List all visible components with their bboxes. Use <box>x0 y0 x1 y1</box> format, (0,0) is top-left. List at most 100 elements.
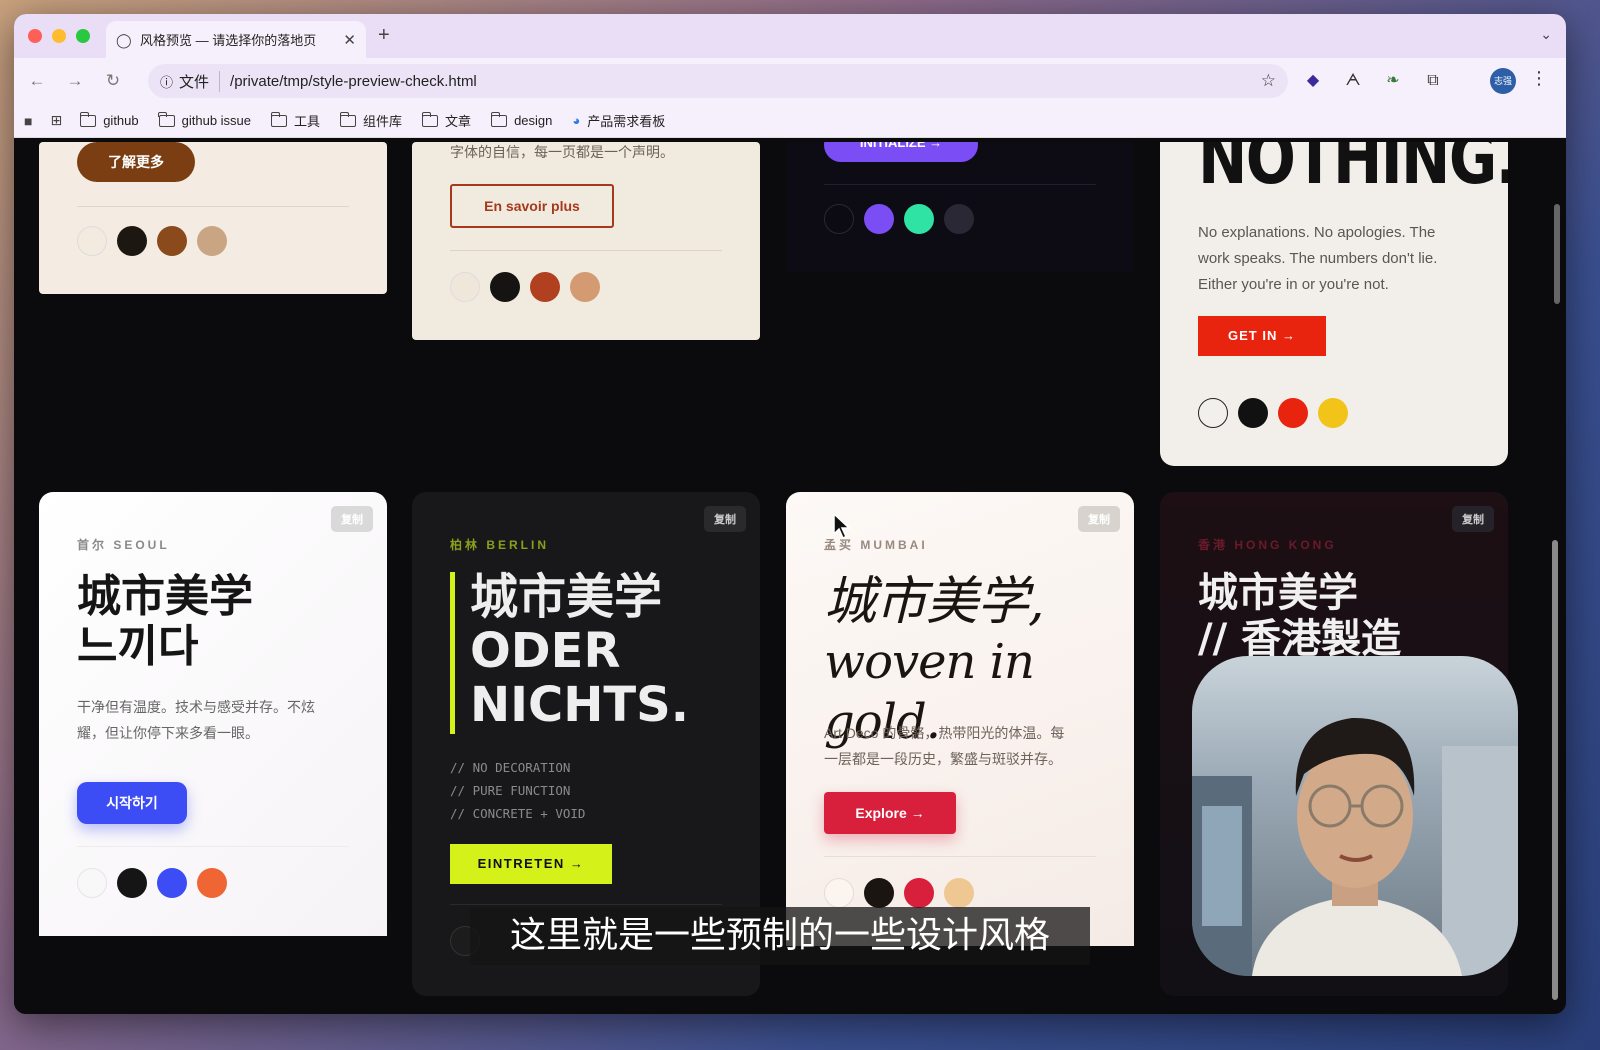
site-info-icon[interactable]: ⓘ <box>160 72 173 91</box>
title-line: 느끼다 <box>77 621 199 672</box>
swatch <box>197 868 227 898</box>
webcam-overlay <box>1192 656 1518 976</box>
copy-button[interactable]: 复制 <box>1078 506 1120 532</box>
video-subtitle: 这里就是一些预制的一些设计风格 <box>470 907 1090 965</box>
palette-swatches <box>824 878 974 908</box>
outer-scrollbar-thumb[interactable] <box>1552 540 1558 1000</box>
copy-button[interactable]: 复制 <box>1452 506 1494 532</box>
copy-button[interactable]: 复制 <box>331 506 373 532</box>
copy-button[interactable]: 复制 <box>704 506 746 532</box>
address-bar[interactable]: ⓘ 文件 /private/tmp/style-preview-check.ht… <box>148 64 1288 98</box>
swatch <box>157 226 187 256</box>
swatch <box>904 204 934 234</box>
swatch <box>864 204 894 234</box>
swatch <box>1318 398 1348 428</box>
style-card-warm: 了解更多 <box>39 142 387 294</box>
globe-icon: ◯ <box>116 31 132 48</box>
back-icon[interactable]: ← <box>18 71 56 91</box>
browser-menu-icon[interactable]: ⋮ <box>1530 68 1548 89</box>
body-line: Art Deco 的骨骼，热带阳光的体温。每 <box>824 725 1065 741</box>
extension-leaf-icon[interactable]: ❧ <box>1380 68 1406 94</box>
card-body: Art Deco 的骨骼，热带阳光的体温。每 一层都是一段历史，繁盛与斑驳并存。 <box>824 720 1064 772</box>
folder-icon <box>421 111 439 127</box>
get-in-button[interactable]: GET IN → <box>1198 316 1326 356</box>
en-savoir-plus-button[interactable]: En savoir plus <box>450 184 614 228</box>
address-url[interactable]: /private/tmp/style-preview-check.html <box>230 73 477 90</box>
bookmarks-bar: ■ ⊞ github github issue 工具 组件库 文章 design… <box>14 104 1566 138</box>
tab-search-chevron-icon[interactable]: ⌄ <box>1540 26 1552 43</box>
profile-avatar[interactable]: 志强 <box>1490 68 1516 94</box>
eintreten-button[interactable]: EINTRETEN → <box>450 844 612 884</box>
divider <box>450 250 722 251</box>
swatch <box>197 226 227 256</box>
card-eyebrow: 首尔 SEOUL <box>77 538 170 552</box>
bookmark-product-board[interactable]: ◕ 产品需求看板 <box>572 111 665 130</box>
start-button[interactable]: 시작하기 <box>77 782 187 824</box>
bookmark-star-icon[interactable]: ☆ <box>1261 71 1276 91</box>
divider <box>824 184 1096 185</box>
close-window-button[interactable] <box>28 29 42 43</box>
divider <box>77 846 349 847</box>
palette-swatches <box>450 272 600 302</box>
folder-icon <box>270 111 288 127</box>
minimize-window-button[interactable] <box>52 29 66 43</box>
divider <box>77 206 349 207</box>
palette-swatches <box>1198 398 1348 428</box>
swatch <box>117 226 147 256</box>
bookmark-github-issue[interactable]: github issue <box>158 111 251 128</box>
card-body: No explanations. No apologies. The work … <box>1198 224 1438 293</box>
swatch <box>1198 398 1228 428</box>
folder-icon <box>158 111 175 127</box>
title-line: 城市美学 <box>1198 570 1358 616</box>
style-card-mumbai: 复制 孟买 MUMBAI 城市美学, woven in gold. Art De… <box>786 492 1134 946</box>
title-line: 城市美学, <box>824 572 1045 632</box>
palette-swatches <box>824 204 974 234</box>
explore-button[interactable]: Explore → <box>824 792 956 834</box>
forward-icon[interactable]: → <box>56 71 94 91</box>
card-body: 干净但有温度。技术与感受并存。不炫 耀，但让你停下来多看一眼。 <box>77 694 315 746</box>
bookmark-articles[interactable]: 文章 <box>421 111 471 130</box>
address-scheme: 文件 <box>179 70 221 92</box>
mono-line: // NO DECORATION <box>450 760 571 775</box>
webcam-person-image <box>1192 717 1518 976</box>
folder-icon <box>79 111 97 127</box>
style-card-seoul: 复制 首尔 SEOUL 城市美学 느끼다 干净但有温度。技术与感受并存。不炫 耀… <box>39 492 387 936</box>
reload-icon[interactable]: ↻ <box>94 71 132 91</box>
swatch <box>1238 398 1268 428</box>
tab-active[interactable]: ◯ 风格预览 — 请选择你的落地页 ✕ <box>106 21 366 58</box>
tab-close-icon[interactable]: ✕ <box>343 31 356 49</box>
card-mono-notes: // NO DECORATION // PURE FUNCTION // CON… <box>450 756 585 825</box>
extension-diamond-icon[interactable]: ◆ <box>1300 68 1326 94</box>
swatch <box>904 878 934 908</box>
style-card-brutal: NOTHING. No explanations. No apologies. … <box>1160 142 1508 466</box>
scrollbar-thumb[interactable] <box>1554 204 1560 304</box>
swatch <box>490 272 520 302</box>
sidebar-icon[interactable]: ■ <box>24 113 32 129</box>
divider <box>450 904 722 905</box>
learn-more-button[interactable]: 了解更多 <box>77 142 195 182</box>
swatch <box>450 272 480 302</box>
swatch <box>824 204 854 234</box>
initialize-button[interactable]: INITIALIZE → <box>824 142 978 162</box>
swatch <box>77 226 107 256</box>
apps-grid-icon[interactable]: ⊞ <box>50 112 62 129</box>
new-tab-button[interactable]: + <box>378 24 390 47</box>
card-eyebrow: 柏林 BERLIN <box>450 538 550 552</box>
body-line: 干净但有温度。技术与感受并存。不炫 <box>77 699 315 715</box>
bookmark-design[interactable]: design <box>490 111 552 128</box>
maximize-window-button[interactable] <box>76 29 90 43</box>
window-controls <box>28 29 90 43</box>
swatch <box>530 272 560 302</box>
extension-a-icon[interactable]: ᗅ <box>1340 68 1366 94</box>
extensions-puzzle-icon[interactable]: ⧉ <box>1420 68 1446 94</box>
tab-strip: ◯ 风格预览 — 请选择你的落地页 ✕ + ⌄ <box>14 14 1566 58</box>
bookmark-components[interactable]: 组件库 <box>339 111 402 130</box>
title-line: 城市美学 <box>77 571 253 622</box>
swatch <box>944 204 974 234</box>
browser-toolbar: ← → ↻ ⓘ 文件 /private/tmp/style-preview-ch… <box>14 58 1566 104</box>
swatch <box>944 878 974 908</box>
style-card-terminal: INITIALIZE → <box>786 142 1134 272</box>
bookmark-tools[interactable]: 工具 <box>270 111 320 130</box>
card-title: 城市美学 ODER NICHTS. <box>470 570 689 732</box>
bookmark-github[interactable]: github <box>79 111 139 128</box>
